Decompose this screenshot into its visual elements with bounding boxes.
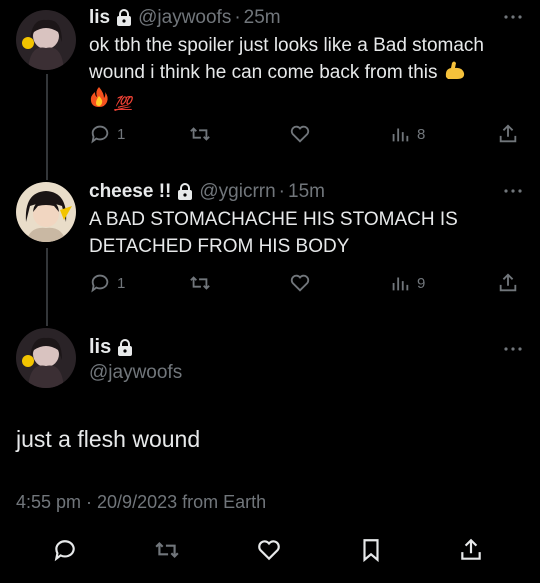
focused-tweet-actions: [52, 536, 492, 564]
flexed-bicep-emoji-icon: [445, 61, 464, 79]
avatar[interactable]: [16, 10, 76, 70]
retweet-icon: [190, 127, 210, 141]
display-name[interactable]: lis: [89, 6, 110, 30]
thread-line: [46, 248, 48, 326]
views-icon: [392, 128, 409, 142]
separator-dot: ·: [234, 7, 241, 28]
share-icon: [499, 124, 517, 143]
avatar[interactable]: [16, 328, 76, 388]
timestamp[interactable]: 15m: [288, 180, 325, 204]
tweet-header: lis @jaywoofs · 25m: [89, 6, 524, 30]
retweet-button[interactable]: [189, 272, 211, 294]
views-count: 8: [417, 125, 426, 143]
retweet-button[interactable]: [154, 537, 180, 563]
focused-tweet-meta[interactable]: 4:55 pm · 20/9/2023 from Earth: [16, 492, 266, 513]
like-button[interactable]: [289, 123, 311, 145]
handle[interactable]: @ygicrrn: [199, 180, 275, 204]
bookmark-button[interactable]: [358, 537, 384, 563]
hundred-points-emoji-icon: 💯: [114, 95, 132, 111]
lock-icon: [178, 183, 193, 200]
reply-button[interactable]: 1: [89, 272, 125, 294]
reply-button[interactable]: 1: [89, 123, 125, 145]
tweet-text: ok tbh the spoiler just looks like a Bad…: [89, 32, 489, 117]
reply-icon: [91, 274, 109, 293]
lock-icon: [118, 338, 133, 356]
reply-button[interactable]: [52, 537, 78, 563]
tweet[interactable]: lis @jaywoofs · 25m ok tbh the spoiler j…: [89, 6, 524, 117]
like-button[interactable]: [289, 272, 311, 294]
tweet-actions: 1 8: [89, 122, 524, 146]
more-icon[interactable]: [502, 340, 524, 358]
reply-icon: [54, 540, 75, 562]
share-icon: [461, 538, 481, 560]
views-count: 9: [417, 274, 426, 292]
reply-count: 1: [117, 274, 126, 292]
retweet-icon: [190, 276, 210, 290]
tweet-text-body: ok tbh the spoiler just looks like a Bad…: [89, 35, 484, 83]
like-button[interactable]: [256, 537, 282, 563]
retweet-icon: [155, 541, 179, 559]
like-icon: [290, 125, 310, 143]
handle[interactable]: @jaywoofs: [89, 362, 182, 384]
focused-tweet-author: lis: [89, 336, 139, 359]
views-button[interactable]: 8: [389, 123, 425, 145]
share-button[interactable]: [497, 272, 519, 294]
tweet-actions: 1 9: [89, 271, 524, 295]
views-icon: [392, 277, 409, 291]
thread-line: [46, 74, 48, 180]
like-icon: [290, 274, 310, 292]
share-button[interactable]: [458, 537, 484, 563]
display-name[interactable]: cheese !!: [89, 180, 171, 204]
reply-count: 1: [117, 125, 126, 143]
display-name[interactable]: lis: [89, 336, 111, 359]
share-icon: [499, 273, 517, 292]
tweet[interactable]: cheese !! @ygicrrn · 15m A BAD STOMACHAC…: [89, 180, 524, 260]
separator-dot: ·: [278, 181, 285, 202]
fire-emoji-icon: [90, 87, 108, 107]
timestamp[interactable]: 25m: [244, 6, 281, 30]
tweet-header: cheese !! @ygicrrn · 15m: [89, 180, 524, 204]
bookmark-icon: [363, 539, 379, 563]
focused-tweet-text: just a flesh wound: [16, 426, 201, 452]
handle[interactable]: @jaywoofs: [138, 6, 231, 30]
share-button[interactable]: [497, 123, 519, 145]
retweet-button[interactable]: [189, 123, 211, 145]
lock-icon: [117, 9, 132, 26]
tweet-text: A BAD STOMACHACHE HIS STOMACH IS DETACHE…: [89, 209, 458, 257]
like-icon: [258, 540, 280, 561]
more-icon[interactable]: [502, 8, 524, 26]
more-icon[interactable]: [502, 182, 524, 200]
avatar[interactable]: [16, 182, 76, 242]
views-button[interactable]: 9: [389, 272, 425, 294]
reply-icon: [91, 125, 109, 144]
